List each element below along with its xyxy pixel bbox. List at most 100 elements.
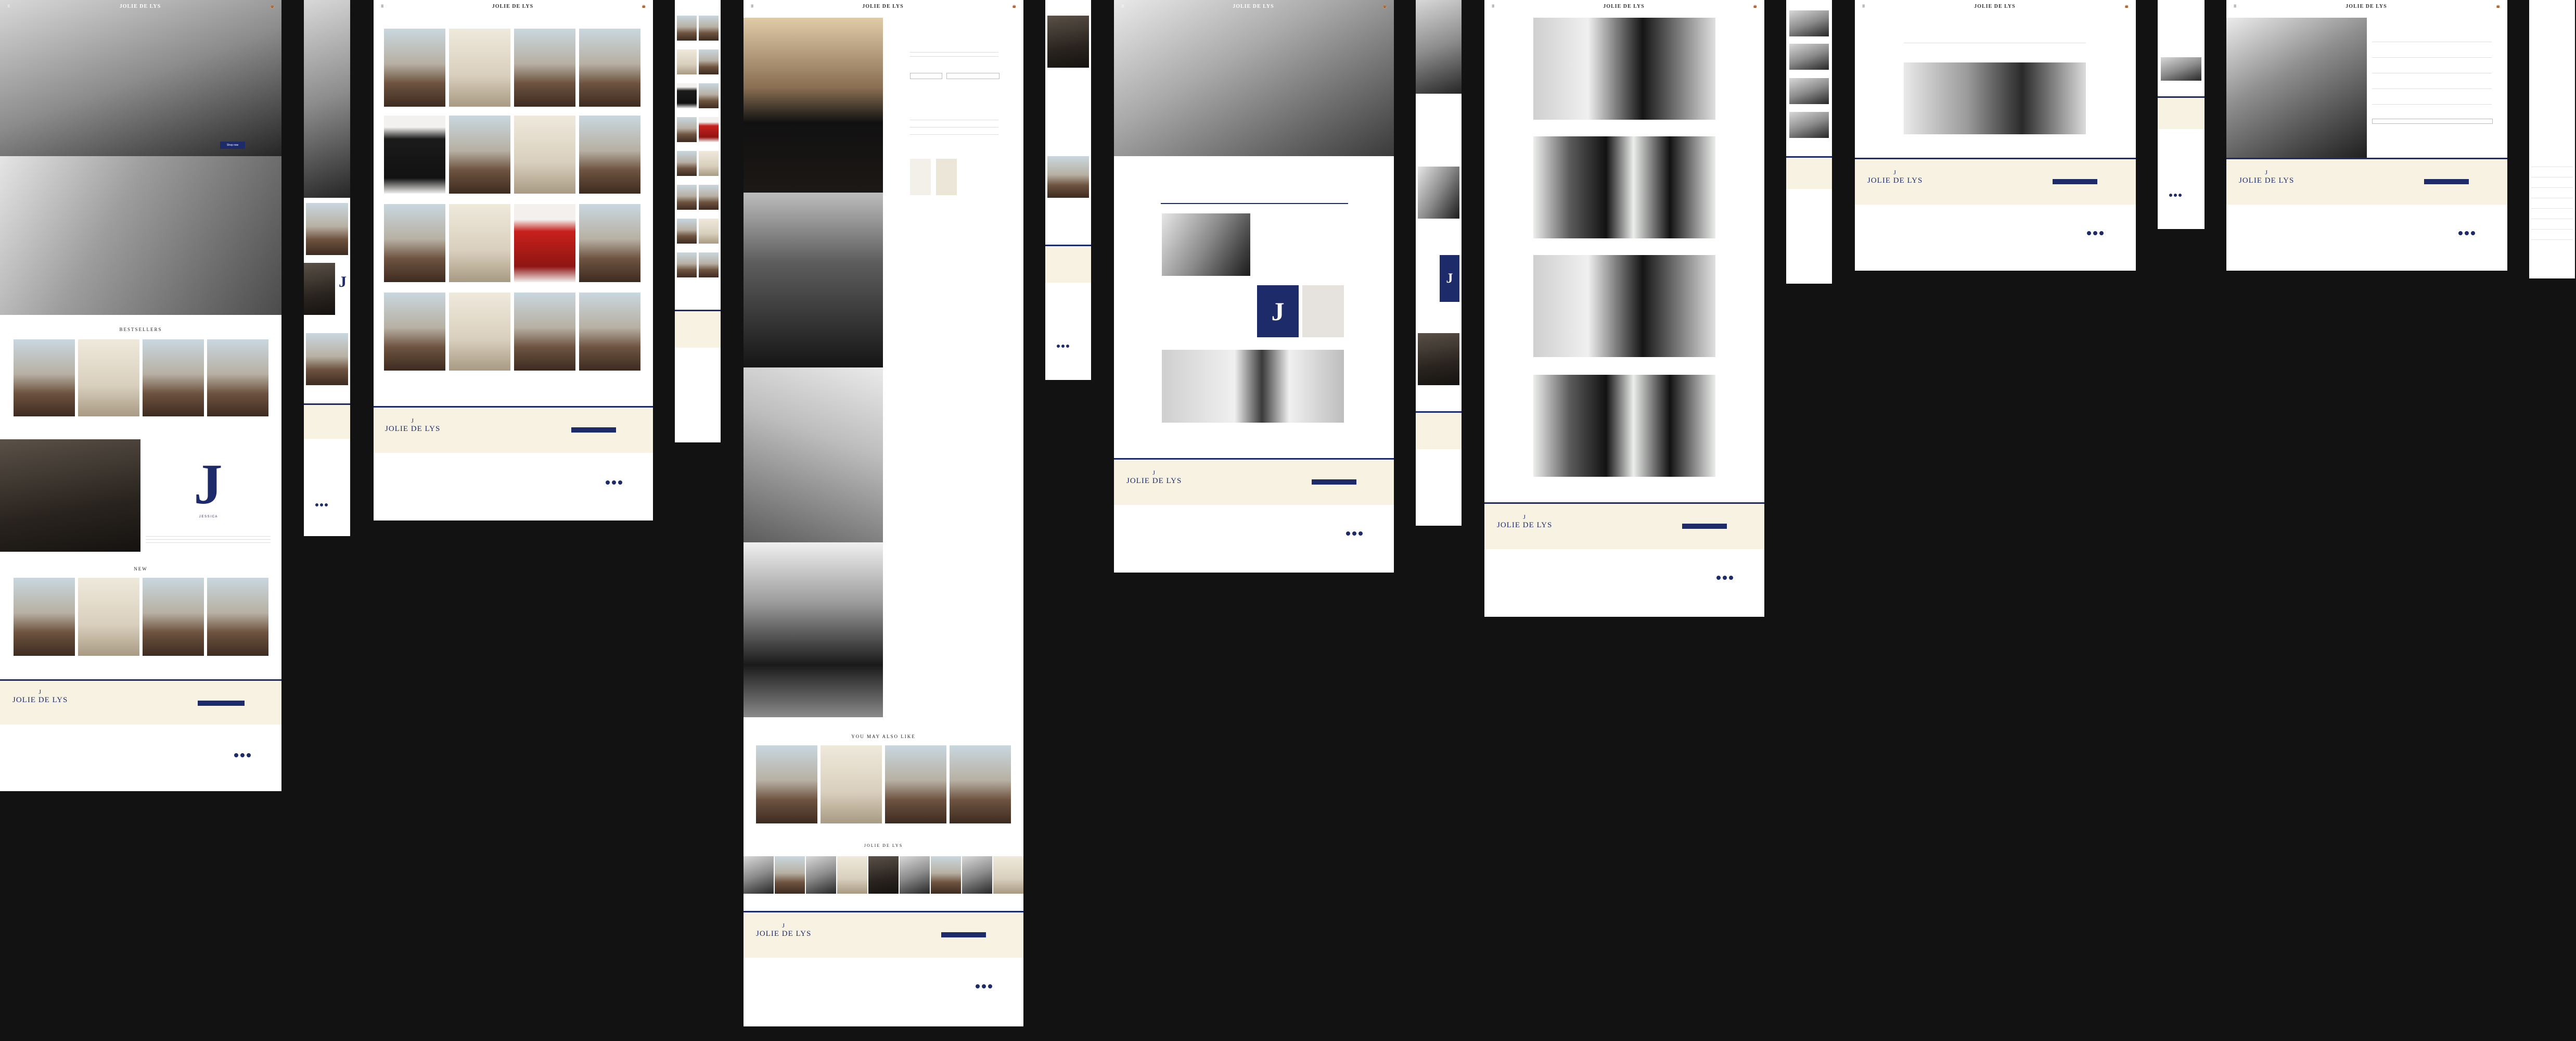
product-card[interactable] [885, 745, 946, 829]
site-logo[interactable]: JOLIE DE LYS [1974, 4, 2015, 9]
mobile-product-image[interactable] [677, 185, 697, 210]
product-card[interactable] [579, 293, 640, 376]
instagram-thumb[interactable] [837, 856, 867, 894]
product-card[interactable] [514, 116, 575, 199]
social-icons[interactable] [2087, 228, 2104, 238]
mobile-product-image[interactable] [1047, 156, 1089, 198]
mobile-product-image[interactable] [306, 203, 348, 255]
lookbook-image[interactable] [1533, 255, 1715, 357]
product-card[interactable] [449, 29, 510, 112]
mobile-product-image[interactable] [677, 252, 697, 277]
product-card[interactable] [449, 293, 510, 376]
subscribe-button[interactable] [198, 701, 245, 706]
instagram-thumb[interactable] [993, 856, 1023, 894]
product-card[interactable] [78, 578, 139, 664]
site-logo[interactable]: JOLIE DE LYS [1603, 4, 1644, 9]
mobile-product-image[interactable] [677, 83, 697, 108]
product-card[interactable] [384, 29, 445, 112]
mobile-product-image[interactable] [306, 333, 348, 385]
lookbook-image[interactable] [1533, 18, 1715, 120]
product-card[interactable] [514, 293, 575, 376]
product-card[interactable] [821, 745, 882, 829]
product-card[interactable] [143, 578, 204, 664]
bag-icon[interactable]: 👜 [2125, 5, 2129, 8]
hamburger-icon[interactable]: ☰ [751, 5, 753, 8]
social-icons[interactable] [1346, 529, 1363, 538]
instagram-thumb[interactable] [900, 856, 930, 894]
subscribe-button[interactable] [1682, 524, 1727, 529]
subscribe-button[interactable] [2053, 179, 2097, 184]
lookbook-image[interactable] [1533, 375, 1715, 477]
site-logo[interactable]: JOLIE DE LYS [862, 4, 903, 9]
product-card[interactable] [384, 204, 445, 287]
product-card[interactable] [756, 745, 817, 829]
mobile-product-image[interactable] [699, 16, 719, 41]
instagram-thumb[interactable] [744, 856, 774, 894]
product-card[interactable] [207, 339, 268, 423]
subscribe-button[interactable] [571, 427, 616, 433]
site-logo[interactable]: JOLIE DE LYS [492, 4, 533, 9]
hamburger-icon[interactable]: ☰ [1862, 5, 1865, 8]
mobile-product-image[interactable] [699, 219, 719, 244]
mobile-social-icons[interactable] [2169, 190, 2182, 199]
instagram-thumb[interactable] [806, 856, 836, 894]
bag-icon[interactable]: 👜 [1753, 5, 1757, 8]
subscribe-button[interactable] [2424, 179, 2469, 184]
instagram-thumb[interactable] [775, 856, 805, 894]
gift-card-submit[interactable] [2372, 119, 2493, 124]
mobile-product-image[interactable] [1047, 16, 1089, 68]
instagram-thumb[interactable] [868, 856, 899, 894]
product-card[interactable] [950, 745, 1011, 829]
mobile-product-image[interactable] [677, 16, 697, 41]
social-icons[interactable] [2458, 228, 2475, 238]
subscribe-button[interactable] [1312, 479, 1356, 485]
bag-icon[interactable]: 👜 [2496, 5, 2500, 8]
related-item-image[interactable] [910, 159, 931, 195]
product-card[interactable] [143, 339, 204, 423]
site-logo[interactable]: JOLIE DE LYS [1233, 4, 1274, 9]
mobile-product-image[interactable] [699, 117, 719, 142]
add-to-cart-button[interactable] [946, 73, 999, 79]
hamburger-icon[interactable]: ☰ [381, 5, 383, 8]
product-gallery-image[interactable] [744, 18, 883, 193]
hero-shop-button[interactable]: Shop now [220, 142, 245, 149]
bag-icon[interactable]: 👜 [642, 5, 646, 8]
instagram-thumb[interactable] [962, 856, 992, 894]
product-card[interactable] [14, 578, 75, 664]
mobile-lookbook-image[interactable] [1789, 78, 1829, 104]
product-card[interactable] [514, 29, 575, 112]
hamburger-icon[interactable]: ☰ [1121, 5, 1124, 8]
social-icons[interactable] [606, 478, 622, 487]
size-select[interactable] [910, 73, 942, 79]
product-card[interactable] [14, 339, 75, 423]
social-icons[interactable] [976, 982, 992, 991]
product-card[interactable] [579, 116, 640, 199]
product-card[interactable] [384, 116, 445, 199]
product-card[interactable] [78, 339, 139, 423]
mobile-product-image[interactable] [699, 151, 719, 176]
mobile-product-image[interactable] [677, 49, 697, 74]
product-gallery-image[interactable] [744, 193, 883, 367]
social-icons[interactable] [234, 751, 251, 760]
mobile-product-image[interactable] [677, 151, 697, 176]
mobile-product-image[interactable] [677, 117, 697, 142]
product-card[interactable] [207, 578, 268, 664]
product-gallery-image[interactable] [744, 367, 883, 542]
product-card[interactable] [579, 29, 640, 112]
product-card[interactable] [449, 116, 510, 199]
mobile-social-icons[interactable] [1057, 341, 1069, 350]
related-item-image[interactable] [936, 159, 957, 195]
mobile-product-image[interactable] [699, 185, 719, 210]
mobile-lookbook-image[interactable] [1789, 44, 1829, 70]
mobile-product-image[interactable] [677, 219, 697, 244]
site-logo[interactable]: JOLIE DE LYS [2346, 4, 2387, 9]
social-icons[interactable] [1716, 573, 1733, 582]
lookbook-image[interactable] [1533, 136, 1715, 238]
hamburger-icon[interactable]: ☰ [1492, 5, 1494, 8]
bag-icon[interactable]: 👜 [271, 5, 274, 8]
product-gallery-image[interactable] [744, 542, 883, 717]
site-logo[interactable]: JOLIE DE LYS [120, 4, 161, 9]
mobile-product-image[interactable] [699, 49, 719, 74]
mobile-lookbook-image[interactable] [1789, 112, 1829, 138]
mobile-lookbook-image[interactable] [1789, 10, 1829, 36]
